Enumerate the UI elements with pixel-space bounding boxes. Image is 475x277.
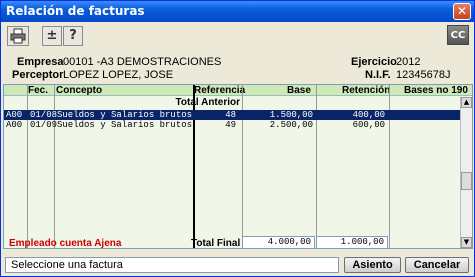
row-code: A00 [6, 110, 23, 120]
row-retencion: 600,00 [352, 120, 385, 130]
status-bar: Seleccione una factura [5, 257, 339, 273]
total-retencion-field: 1.000,00 [316, 236, 388, 249]
col-bases-no-190[interactable]: Bases no 190 [404, 85, 468, 96]
row-fec: 01/09 [30, 120, 58, 130]
table-row[interactable]: A00 01/09 Sueldos y Salarios brutos 49 2… [4, 120, 460, 130]
col-base[interactable]: Base [287, 85, 311, 96]
row-concepto: Sueldos y Salarios brutos [57, 110, 193, 120]
empleado-label: Empleado cuenta Ajena [9, 238, 122, 249]
row-code: A00 [6, 120, 23, 130]
col-retencion[interactable]: Retención [342, 85, 390, 96]
col-referencia[interactable]: Referencia [194, 85, 245, 96]
grid-scrollbar[interactable]: ▲ ▼ [460, 97, 472, 248]
row-base: 2.500,00 [269, 120, 313, 130]
cc-button[interactable]: CC [447, 25, 469, 45]
row-retencion: 400,00 [352, 110, 385, 120]
window-title: Relación de facturas [6, 4, 145, 18]
col-concepto[interactable]: Concepto [56, 85, 102, 96]
invoice-grid[interactable]: Fec. Concepto Referencia Base Retención … [3, 84, 473, 249]
ejercicio-label: Ejercicio [351, 56, 397, 68]
total-base-field: 4.000,00 [242, 236, 315, 249]
print-button[interactable] [7, 26, 29, 46]
empresa-value: 00101 -A3 DEMOSTRACIONES [63, 56, 222, 68]
nif-value: 12345678J [396, 69, 451, 81]
grid-header: Fec. Concepto Referencia Base Retención … [4, 85, 472, 96]
printer-icon [10, 28, 26, 44]
scroll-up-icon[interactable]: ▲ [461, 97, 472, 108]
help-icon: ? [69, 28, 77, 43]
invoice-list-window: Relación de facturas ✕ ± ? CC Empresa 00… [0, 0, 475, 277]
status-text: Seleccione una factura [11, 259, 123, 271]
row-fec: 01/08 [30, 110, 58, 120]
close-button[interactable]: ✕ [453, 3, 471, 20]
plus-minus-button[interactable]: ± [42, 26, 62, 46]
row-referencia: 49 [225, 120, 236, 130]
scroll-thumb[interactable] [461, 172, 472, 190]
help-button[interactable]: ? [63, 26, 83, 46]
row-referencia: 48 [225, 110, 236, 120]
scroll-down-icon[interactable]: ▼ [461, 237, 472, 248]
empresa-label: Empresa [17, 56, 64, 68]
row-concepto: Sueldos y Salarios brutos [57, 120, 193, 130]
close-icon: ✕ [456, 4, 468, 18]
cc-label: CC [450, 30, 466, 41]
table-row[interactable]: A00 01/08 Sueldos y Salarios brutos 48 1… [4, 110, 460, 120]
ejercicio-value: 2012 [396, 56, 421, 68]
perceptor-label: Perceptor [12, 69, 64, 81]
cancelar-button[interactable]: Cancelar [405, 257, 469, 273]
perceptor-value: LOPEZ LOPEZ, JOSE [63, 69, 174, 81]
row-base: 1.500,00 [269, 110, 313, 120]
plus-minus-icon: ± [46, 28, 58, 43]
total-anterior-row: Total Anterior [4, 97, 460, 109]
title-bar: Relación de facturas ✕ [1, 1, 474, 22]
nif-label: N.I.F. [365, 69, 391, 81]
col-fec[interactable]: Fec. [28, 85, 48, 96]
total-final-label: Total Final [191, 238, 241, 249]
total-anterior-label: Total Anterior [175, 97, 240, 108]
asiento-button[interactable]: Asiento [344, 257, 401, 273]
